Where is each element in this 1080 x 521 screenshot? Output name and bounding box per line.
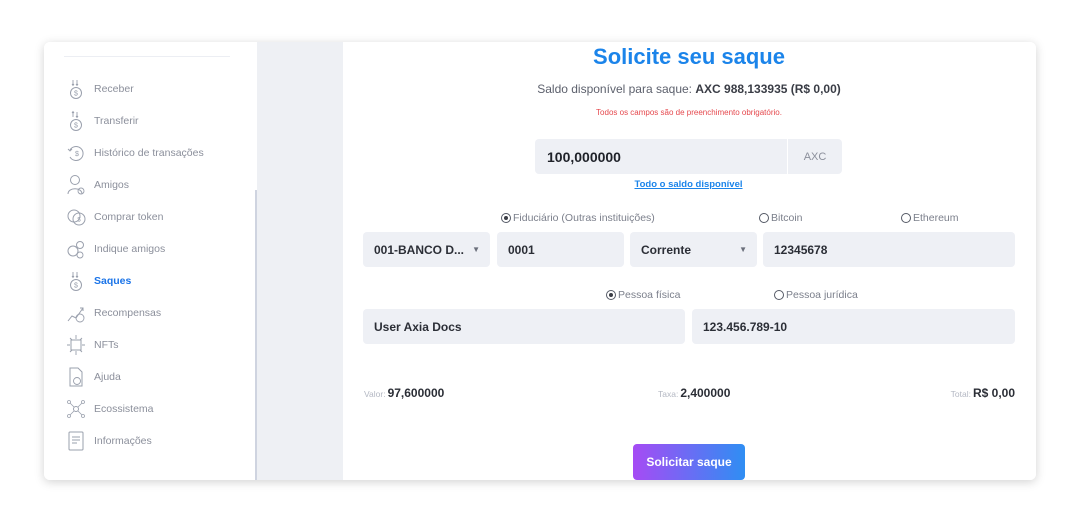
amount-input[interactable]: 100,000000 [535,139,787,174]
sidebar-item-label: Informações [94,435,152,447]
bank-select-value: 001-BANCO D... [374,242,465,257]
radio-ethereum[interactable]: Ethereum [901,212,959,224]
page-title: Solicite seu saque [593,44,785,69]
radio-label: Pessoa física [618,289,681,301]
sidebar-item-label: Comprar token [94,211,164,223]
radio-label: Bitcoin [771,212,803,224]
radio-fiduciario[interactable]: Fiduciário (Outras instituições) [501,212,655,224]
holder-name-input[interactable]: User Axia Docs [363,309,685,344]
withdraw-card: $ Receber $ Transferir $ Histórico de tr… [44,42,1036,480]
sidebar-item-label: Transferir [94,115,139,127]
svg-text:$: $ [74,283,78,290]
radio-bitcoin[interactable]: Bitcoin [759,212,803,224]
account-number-input[interactable]: 12345678 [763,232,1015,267]
svg-text:$: $ [74,91,78,98]
information-document-icon [66,430,86,452]
friends-icon [66,174,86,196]
summary-total-value: R$ 0,00 [972,386,1015,400]
transfer-coin-icon: $ [66,110,86,132]
request-withdraw-button[interactable]: Solicitar saque [633,444,745,480]
sidebar-item-label: Histórico de transações [94,147,204,159]
sidebar-item-indique-amigos[interactable]: Indique amigos [66,236,251,262]
summary-valor-value: 97,600000 [387,386,445,400]
amount-unit: AXC [787,139,842,174]
sidebar-item-saques[interactable]: $ Saques [66,268,251,294]
sidebar-item-label: Amigos [94,179,130,191]
required-fields-notice: Todos os campos são de preenchimento obr… [596,108,782,117]
radio-dot [501,213,511,223]
svg-text:$: $ [77,218,81,224]
sidebar-item-label: Ajuda [94,371,121,383]
balance-prefix: Saldo disponível para saque: [537,82,692,96]
document-input[interactable]: 123.456.789-10 [692,309,1015,344]
account-type-select[interactable]: Corrente ▼ [630,232,757,267]
withdraw-panel: Solicite seu saque Saldo disponível para… [343,42,1036,480]
sidebar-item-historico[interactable]: $ Histórico de transações [66,140,251,166]
chevron-down-icon: ▼ [739,245,747,254]
balance-value: AXC 988,133935 (R$ 0,00) [695,82,841,96]
radio-pessoa-fisica[interactable]: Pessoa física [606,289,680,301]
receive-coin-icon: $ [66,78,86,100]
content-gutter [257,42,343,480]
svg-text:$: $ [75,151,79,158]
radio-label: Fiduciário (Outras instituições) [513,212,655,224]
sidebar-item-label: Receber [94,83,134,95]
sidebar-item-amigos[interactable]: Amigos [66,172,251,198]
sidebar-divider [64,56,230,57]
help-document-icon [66,366,86,388]
summary-total-label: Total: [950,389,971,399]
radio-dot [759,213,769,223]
available-balance: Saldo disponível para saque: AXC 988,133… [343,82,1035,96]
summary-valor-label: Valor: [364,389,386,399]
sidebar-item-receber[interactable]: $ Receber [66,76,251,102]
summary-total: Total: R$ 0,00 [951,386,1015,400]
all-balance-link[interactable]: Todo o saldo disponível [535,179,842,190]
summary-taxa: Taxa: 2,400000 [658,386,730,400]
sidebar-item-recompensas[interactable]: Recompensas [66,300,251,326]
sidebar-item-ecossistema[interactable]: Ecossistema [66,396,251,422]
radio-label: Ethereum [913,212,959,224]
sidebar-item-ajuda[interactable]: Ajuda [66,364,251,390]
refer-friends-icon [66,238,86,260]
sidebar-item-transferir[interactable]: $ Transferir [66,108,251,134]
sidebar: $ Receber $ Transferir $ Histórico de tr… [44,42,257,480]
account-type-value: Corrente [641,242,692,257]
agency-input[interactable]: 0001 [497,232,624,267]
radio-dot [774,290,784,300]
summary-valor: Valor: 97,600000 [364,386,444,400]
sidebar-item-label: Ecossistema [94,403,154,415]
rewards-icon [66,302,86,324]
radio-pessoa-juridica[interactable]: Pessoa jurídica [774,289,858,301]
summary-taxa-label: Taxa: [658,389,679,399]
history-coin-icon: $ [66,142,86,164]
chevron-down-icon: ▼ [472,245,480,254]
sidebar-item-label: Saques [94,275,132,287]
sidebar-item-label: Recompensas [94,307,162,319]
bank-select[interactable]: 001-BANCO D... ▼ [363,232,490,267]
buy-token-icon: $ [66,206,86,228]
amount-field: 100,000000 AXC [535,139,842,174]
sidebar-item-nfts[interactable]: NFTs [66,332,251,358]
withdraw-coin-icon: $ [66,270,86,292]
radio-dot [606,290,616,300]
radio-label: Pessoa jurídica [786,289,858,301]
sidebar-item-label: NFTs [94,339,119,351]
radio-dot [901,213,911,223]
svg-text:$: $ [74,123,78,130]
summary-taxa-value: 2,400000 [680,386,731,400]
sidebar-item-informacoes[interactable]: Informações [66,428,251,454]
ecosystem-icon [66,398,86,420]
sidebar-item-comprar-token[interactable]: $ Comprar token [66,204,251,230]
nft-icon [66,334,86,356]
sidebar-item-label: Indique amigos [94,243,166,255]
